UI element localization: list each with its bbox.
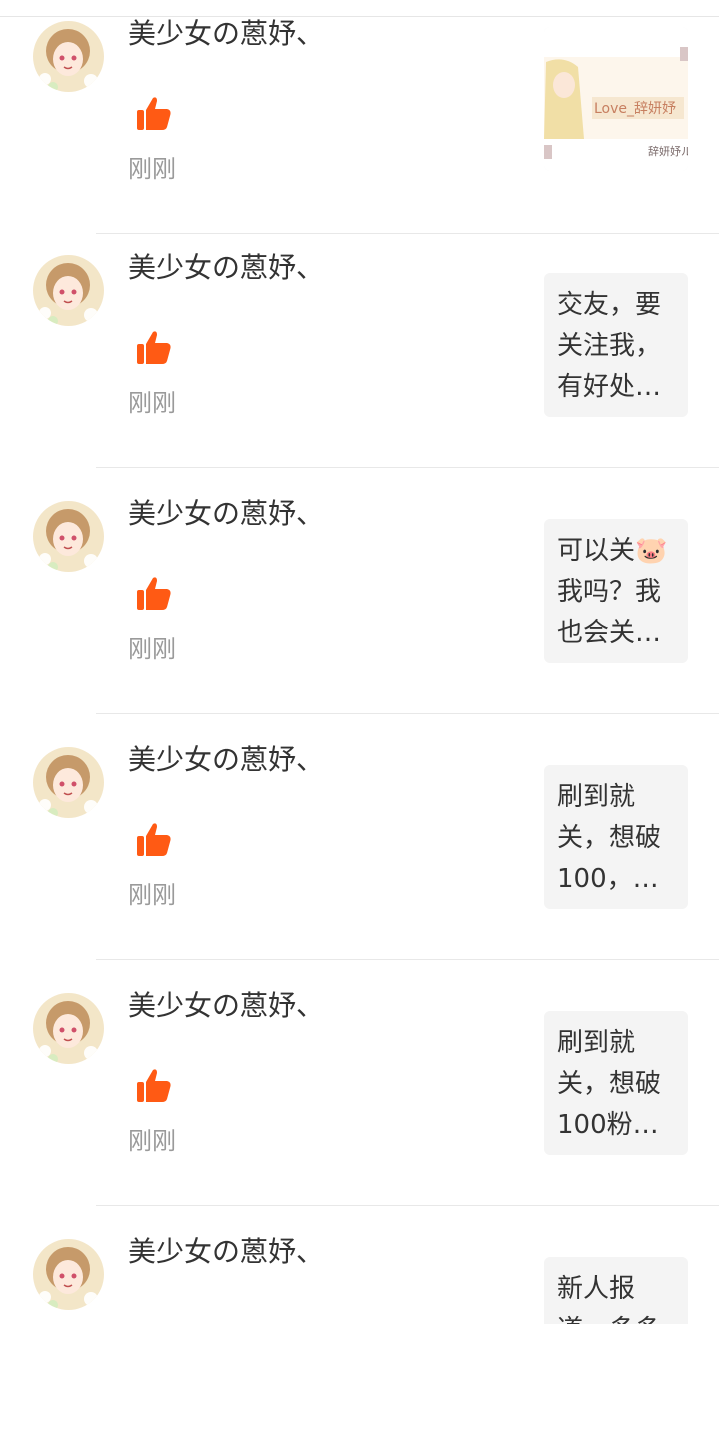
preview-text: 刷到就 关，想破 100粉…	[557, 1028, 662, 1140]
timestamp: 刚刚	[128, 389, 176, 417]
username[interactable]: 美少女の蒽妤、	[128, 740, 324, 780]
avatar[interactable]	[33, 1239, 104, 1310]
post-preview[interactable]: 交友，要 关注我， 有好处…	[544, 273, 688, 417]
thumbnail-caption: Love_辞妍妤	[594, 101, 676, 117]
thumbs-up-icon	[134, 94, 174, 134]
timestamp: 刚刚	[128, 635, 176, 663]
post-preview[interactable]: 可以关🐷 我吗？我 也会关…	[544, 519, 688, 663]
timestamp: 刚刚	[128, 155, 176, 183]
list-item[interactable]: 美少女の蒽妤、 新人报 道，多多	[0, 1206, 719, 1452]
username[interactable]: 美少女の蒽妤、	[128, 494, 324, 534]
avatar[interactable]	[33, 21, 104, 92]
list-item[interactable]: 美少女の蒽妤、 刚刚 可以关🐷 我吗？我 也会关…	[0, 468, 719, 714]
thumbs-up-icon	[134, 574, 174, 614]
username[interactable]: 美少女の蒽妤、	[128, 1232, 324, 1272]
timestamp: 刚刚	[128, 881, 176, 909]
preview-text: 可以关🐷 我吗？我 也会关…	[557, 536, 668, 648]
post-thumbnail[interactable]: Love_辞妍妤 辞妍妤ル	[544, 27, 688, 171]
list-item[interactable]: 美少女の蒽妤、 刚刚 交友，要 关注我， 有好处…	[0, 222, 719, 468]
preview-text: 刷到就 关，想破 100，…	[557, 782, 662, 894]
list-item[interactable]: 美少女の蒽妤、 刚刚 刷到就 关，想破 100粉…	[0, 960, 719, 1206]
post-preview[interactable]: 新人报 道，多多	[544, 1257, 688, 1324]
post-preview[interactable]: 刷到就 关，想破 100粉…	[544, 1011, 688, 1155]
username[interactable]: 美少女の蒽妤、	[128, 248, 324, 288]
avatar[interactable]	[33, 747, 104, 818]
thumbs-up-icon	[134, 820, 174, 860]
preview-text: 新人报 道，多多	[557, 1274, 661, 1324]
thumbs-up-icon	[134, 1066, 174, 1106]
preview-text: 交友，要 关注我， 有好处…	[557, 290, 662, 402]
avatar[interactable]	[33, 255, 104, 326]
thumbs-up-icon	[134, 328, 174, 368]
list-item[interactable]: 美少女の蒽妤、 刚刚 Love_辞妍妤 辞妍妤ル	[0, 0, 719, 234]
thumbnail-subcaption: 辞妍妤ル	[648, 144, 688, 158]
list-item[interactable]: 美少女の蒽妤、 刚刚 刷到就 关，想破 100，…	[0, 714, 719, 960]
avatar[interactable]	[33, 993, 104, 1064]
avatar[interactable]	[33, 501, 104, 572]
timestamp: 刚刚	[128, 1127, 176, 1155]
username[interactable]: 美少女の蒽妤、	[128, 986, 324, 1026]
username[interactable]: 美少女の蒽妤、	[128, 14, 324, 54]
post-preview[interactable]: 刷到就 关，想破 100，…	[544, 765, 688, 909]
